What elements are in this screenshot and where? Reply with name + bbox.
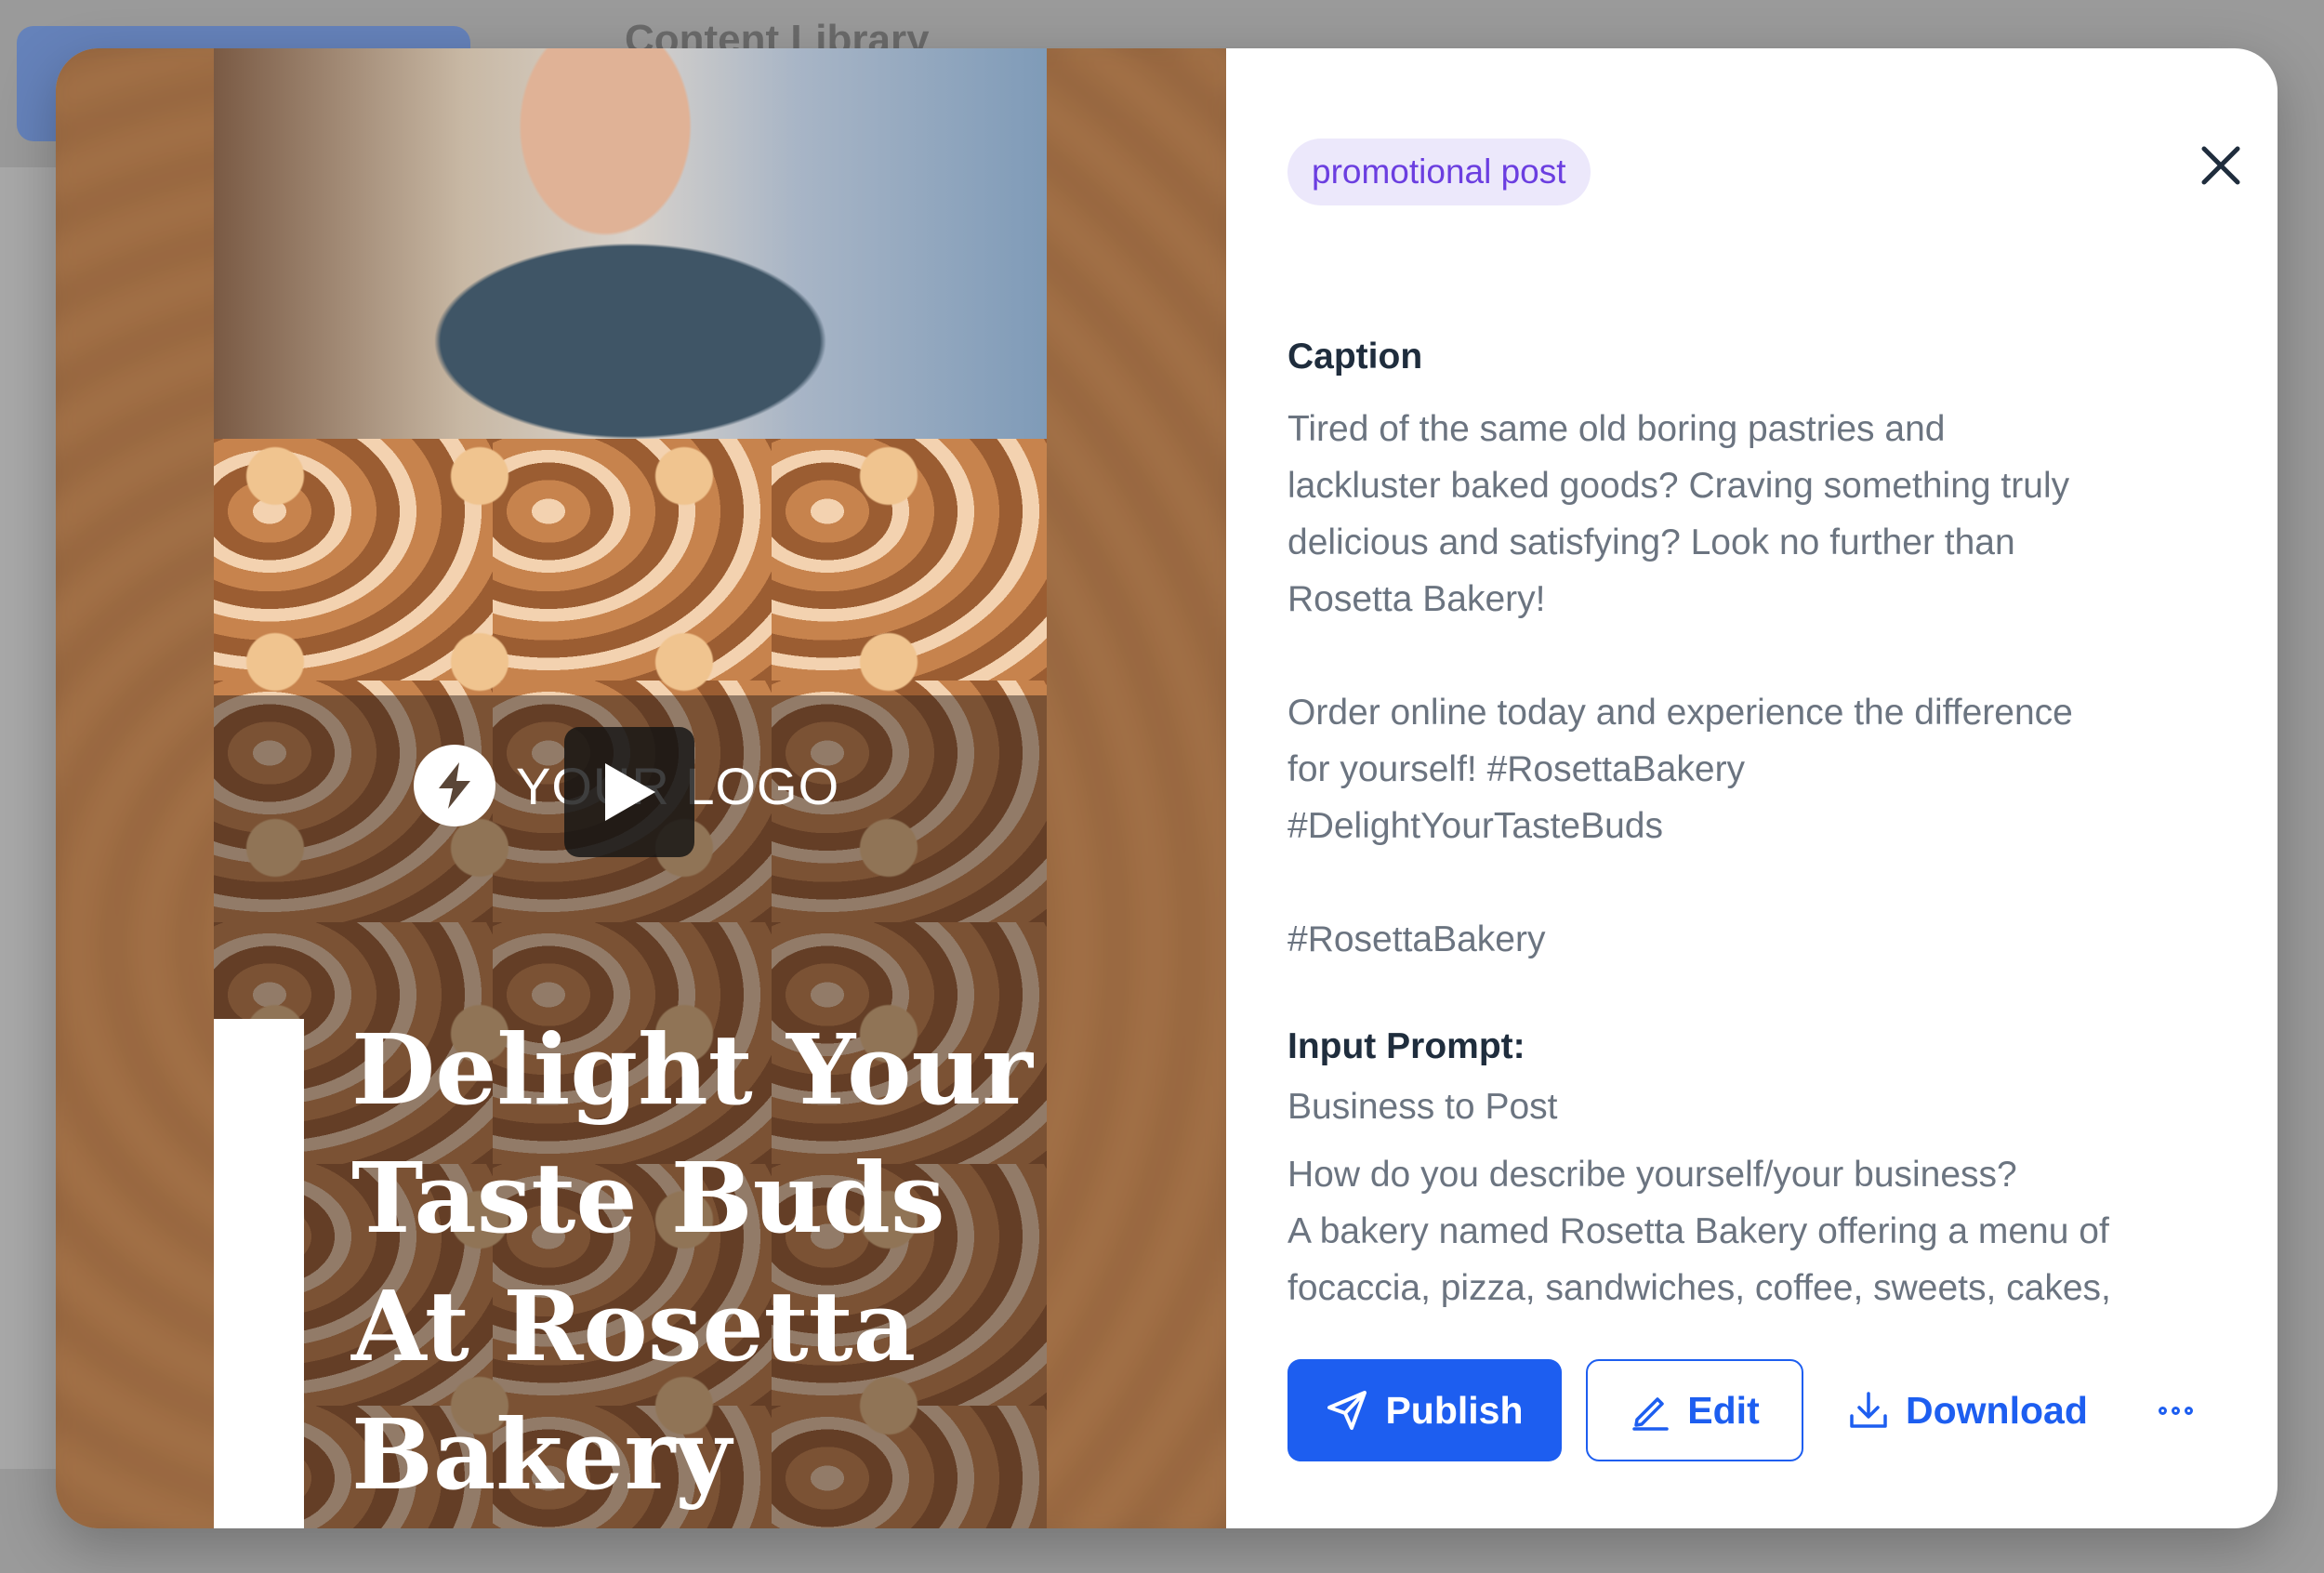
caption-line: lackluster baked goods? Craving somethin… [1287,466,2070,506]
play-button[interactable] [564,727,694,857]
headline-line: Delight Your [351,1012,1033,1127]
caption-line: Tired of the same old boring pastries an… [1287,409,1946,449]
prompt-details: How do you describe yourself/your busine… [1287,1146,2217,1316]
pencil-icon [1632,1397,1670,1431]
headline-line: Taste Buds [351,1141,945,1255]
video-thumbnail[interactable]: YOUR LOGO Delight Your Taste Buds At Ros… [214,48,1047,1528]
caption-line [1287,854,2217,911]
caption-line: #RosettaBakery [1287,919,1546,959]
caption-line: delicious and satisfying? Look no furthe… [1287,522,2015,562]
more-horizontal-icon [2158,1406,2167,1415]
caption-heading: Caption [1287,337,1423,377]
bolt-icon [414,745,495,826]
backdrop-sidebar [0,167,56,1469]
prompt-type-text: Business to Post [1287,1087,1558,1127]
caption-line: Order online today and experience the di… [1287,693,2073,733]
headline-line: At Rosetta [351,1269,917,1383]
caption-line: #DelightYourTasteBuds [1287,806,1663,846]
prompt-answer-line: A bakery named Rosetta Bakery offering a… [1287,1211,2109,1251]
send-icon [1327,1391,1367,1430]
caption-line: for yourself! #RosettaBakery [1287,749,1746,789]
action-bar: Publish Edit Download [1287,1359,2193,1461]
input-prompt-heading: Input Prompt: [1287,1026,1525,1066]
publish-label: Publish [1385,1388,1524,1432]
media-preview: YOUR LOGO Delight Your Taste Buds At Ros… [56,48,1226,1528]
post-preview-modal: YOUR LOGO Delight Your Taste Buds At Ros… [56,48,2278,1528]
caption-line [1287,628,2217,684]
caption-line: Rosetta Bakery! [1287,579,1546,619]
publish-button[interactable]: Publish [1287,1359,1562,1461]
edit-button[interactable]: Edit [1586,1359,1803,1461]
more-options-button[interactable] [2158,1382,2193,1438]
post-headline: Delight Your Taste Buds At Rosetta Baker… [351,1006,1039,1519]
play-icon [605,763,655,821]
accent-bar [214,1019,304,1528]
edit-label: Edit [1687,1388,1760,1432]
details-panel: promotional post Caption Tired of the sa… [1226,48,2278,1528]
close-button[interactable] [2193,138,2249,193]
caption-text: Tired of the same old boring pastries an… [1287,401,2217,968]
prompt-answer-line: focaccia, pizza, sandwiches, coffee, swe… [1287,1268,2111,1308]
download-button[interactable]: Download [1848,1359,2088,1461]
input-prompt-type: Business to Post [1287,1078,2217,1135]
headline-line: Bakery [351,1397,732,1512]
post-type-badge: promotional post [1287,139,1591,205]
download-label: Download [1906,1388,2088,1432]
close-icon [2201,146,2240,185]
download-icon [1850,1392,1887,1428]
prompt-question: How do you describe yourself/your busine… [1287,1155,2017,1195]
